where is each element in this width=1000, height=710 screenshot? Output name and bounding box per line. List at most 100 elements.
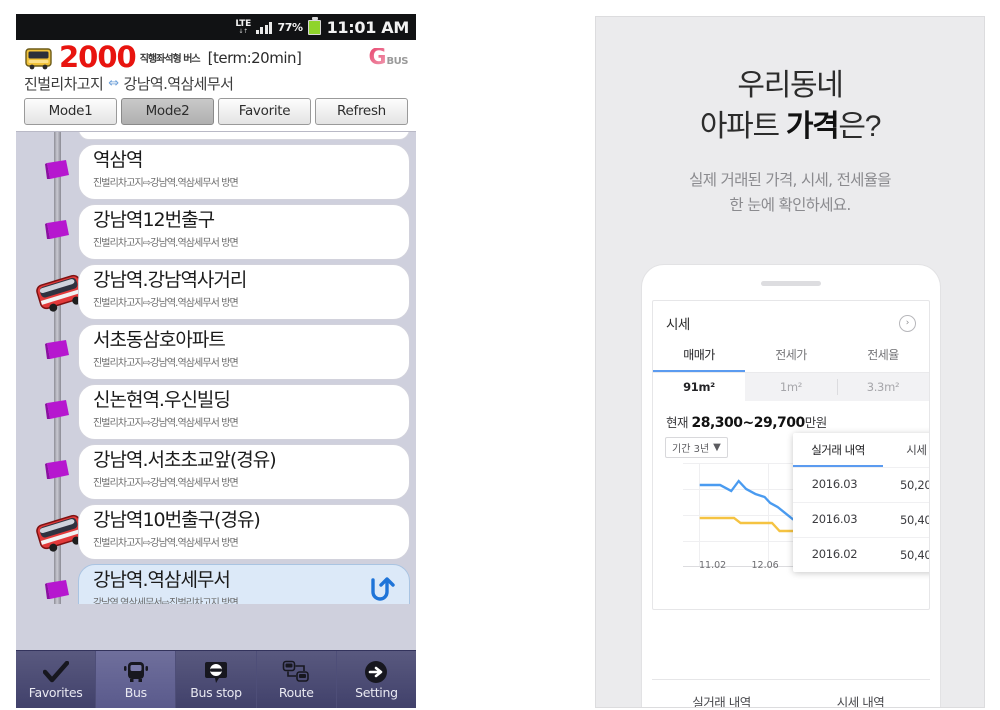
signal-strength-icon bbox=[255, 21, 273, 34]
stop-marker-icon bbox=[45, 220, 69, 239]
table-row[interactable]: 강남역12번출구 진벌리차고지⇨강남역.역삼세무서 방면 bbox=[16, 202, 416, 262]
promo-headline-line2-b: 은? bbox=[838, 110, 881, 144]
stop-marker-icon bbox=[45, 580, 69, 599]
market-price-card: 시세 › 매매가 전세가 전세율 91m² 1m² 3.3m² 현재 28,30… bbox=[652, 300, 930, 610]
popup-tab-row: 실거래 내역 시세 내역 bbox=[793, 433, 929, 467]
promo-headline-line1: 우리동네 bbox=[737, 69, 844, 102]
gbus-bus-text: BUS bbox=[386, 55, 409, 67]
table-row[interactable]: 신논현역.우신빌딩 진벌리차고지⇨강남역.역삼세무서 방면 bbox=[16, 382, 416, 442]
refresh-button[interactable]: Refresh bbox=[315, 98, 408, 125]
popup-tab-actual-deals[interactable]: 실거래 내역 bbox=[793, 433, 883, 467]
price-prefix: 현재 bbox=[666, 415, 692, 430]
stop-marker-icon bbox=[45, 460, 69, 479]
stop-direction: 진벌리차고지⇨강남역.역삼세무서 방면 bbox=[93, 357, 239, 369]
tab-sale-price[interactable]: 매매가 bbox=[653, 341, 745, 372]
unit-tab-3p3m2[interactable]: 3.3m² bbox=[837, 373, 929, 401]
table-row[interactable]: 역삼역 진벌리차고지⇨강남역.역삼세무서 방면 bbox=[16, 142, 416, 202]
period-label: 기간 3년 bbox=[672, 444, 710, 455]
route-header: 2000 직행좌석형 버스 [term:20min] G BUS 진벌리차고지 … bbox=[16, 40, 416, 132]
phone-speaker-bar bbox=[761, 281, 821, 286]
route-number: 2000 bbox=[59, 40, 137, 74]
swap-direction-icon[interactable]: ⇔ bbox=[108, 76, 119, 91]
tab-favorites[interactable]: Favorites bbox=[16, 651, 97, 708]
battery-icon bbox=[307, 17, 321, 35]
popup-tab-market-price[interactable]: 시세 내역 bbox=[883, 433, 929, 467]
mockup-bottom-tabs: 실거래 내역 시세 내역 bbox=[652, 679, 930, 707]
deal-price: 50,400만원 bbox=[900, 513, 929, 527]
unit-tab-1m2[interactable]: 1m² bbox=[745, 373, 837, 401]
promo-subtitle: 실제 거래된 가격, 시세, 전세율을 한 눈에 확인하세요. bbox=[596, 168, 984, 218]
table-row[interactable]: 강남역.역삼세무서 강남역.역삼세무서⇨진벌리차고지 방면 bbox=[16, 562, 416, 604]
stop-card[interactable]: 신논현역.우신빌딩 진벌리차고지⇨강남역.역삼세무서 방면 bbox=[78, 384, 410, 440]
table-row[interactable]: 강남역.강남역사거리 진벌리차고지⇨강남역.역삼세무서 방면 bbox=[16, 262, 416, 322]
stop-card[interactable]: 역삼역 진벌리차고지⇨강남역.역삼세무서 방면 bbox=[78, 144, 410, 200]
period-select[interactable]: 기간 3년 ▼ bbox=[665, 437, 728, 458]
stop-card[interactable]: 강남역.강남역사거리 진벌리차고지⇨강남역.역삼세무서 방면 bbox=[78, 264, 410, 320]
x-tick: 11.02 bbox=[699, 560, 727, 571]
tab-bus-stop[interactable]: Bus stop bbox=[176, 651, 257, 708]
bus-badge-icon bbox=[25, 47, 52, 69]
deal-date: 2016.03 bbox=[811, 512, 858, 526]
transaction-popup: 실거래 내역 시세 내역 2016.03 50,200만원 2016.03 50… bbox=[793, 433, 929, 572]
stop-direction: 진벌리차고지⇨강남역.역삼세무서 방면 bbox=[93, 237, 239, 249]
table-row: 2016.03 50,400만원 bbox=[793, 502, 929, 537]
route-origin: 진벌리차고지 bbox=[24, 75, 104, 93]
stop-direction: 진벌리차고지⇨강남역.역삼세무서 방면 bbox=[93, 537, 239, 549]
deal-date: 2016.03 bbox=[811, 477, 858, 491]
stop-card[interactable]: 강남역10번출구(경유) 진벌리차고지⇨강남역.역삼세무서 방면 bbox=[78, 504, 410, 560]
previous-stop-partial-card[interactable] bbox=[78, 132, 410, 140]
mode1-button[interactable]: Mode1 bbox=[24, 98, 117, 125]
stop-card[interactable]: 서초동삼호아파트 진벌리차고지⇨강남역.역삼세무서 방면 bbox=[78, 324, 410, 380]
tab-setting[interactable]: Setting bbox=[337, 651, 416, 708]
check-icon bbox=[42, 660, 69, 684]
chevron-right-icon[interactable]: › bbox=[899, 314, 916, 332]
promo-subtitle-line2: 한 눈에 확인하세요. bbox=[729, 195, 851, 214]
bottom-tab-market-price[interactable]: 시세 내역 bbox=[791, 680, 930, 707]
route-term-label: [term:20min] bbox=[207, 48, 302, 67]
mode-button-row: Mode1 Mode2 Favorite Refresh bbox=[24, 98, 408, 125]
table-row[interactable]: 강남역10번출구(경유) 진벌리차고지⇨강남역.역삼세무서 방면 bbox=[16, 502, 416, 562]
stop-card[interactable]: 강남역.서초초교앞(경유) 진벌리차고지⇨강남역.역삼세무서 방면 bbox=[78, 444, 410, 500]
route-kind-label: 직행좌석형 버스 bbox=[139, 54, 201, 65]
promo-subtitle-line1: 실제 거래된 가격, 시세, 전세율을 bbox=[689, 170, 891, 189]
tab-jeonse-price[interactable]: 전세가 bbox=[745, 341, 837, 372]
tab-route[interactable]: Route bbox=[257, 651, 337, 708]
tab-label: Bus stop bbox=[190, 684, 242, 700]
tab-label: Setting bbox=[355, 684, 398, 700]
promo-headline-line2-a: 아파트 bbox=[699, 110, 786, 144]
mode2-button[interactable]: Mode2 bbox=[121, 98, 214, 125]
stop-name: 강남역10번출구(경유) bbox=[93, 509, 261, 531]
bus-stop-list[interactable]: 역삼역 진벌리차고지⇨강남역.역삼세무서 방면 강남역12번출구 진벌리차고지⇨… bbox=[16, 132, 416, 604]
stop-name: 강남역.강남역사거리 bbox=[93, 269, 247, 291]
tab-jeonse-ratio[interactable]: 전세율 bbox=[837, 341, 929, 372]
card-title: 시세 bbox=[666, 317, 690, 333]
bottom-tab-actual-deals[interactable]: 실거래 내역 bbox=[652, 680, 791, 707]
bus-stop-icon bbox=[203, 660, 229, 684]
current-price-line: 현재 28,300~29,700만원 bbox=[653, 401, 929, 435]
stop-direction: 진벌리차고지⇨강남역.역삼세무서 방면 bbox=[93, 177, 239, 189]
stop-name: 역삼역 bbox=[93, 149, 143, 171]
price-value: 28,300~29,700 bbox=[691, 415, 805, 431]
phone-mockup: 시세 › 매매가 전세가 전세율 91m² 1m² 3.3m² 현재 28,30… bbox=[642, 265, 940, 707]
table-row[interactable]: 강남역.서초초교앞(경유) 진벌리차고지⇨강남역.역삼세무서 방면 bbox=[16, 442, 416, 502]
stop-name: 강남역12번출구 bbox=[93, 209, 215, 231]
route-destination: 강남역.역삼세무서 bbox=[123, 75, 234, 93]
table-row[interactable]: 서초동삼호아파트 진벌리차고지⇨강남역.역삼세무서 방면 bbox=[16, 322, 416, 382]
route-endpoints: 진벌리차고지 ⇔ 강남역.역삼세무서 bbox=[24, 73, 408, 94]
battery-percent-label: 77% bbox=[277, 20, 303, 34]
bus-app-panel: LTE ↓↑ 77% 11:01 AM 2000 직행좌석형 버스 [term:… bbox=[16, 14, 416, 708]
stop-name: 강남역.역삼세무서 bbox=[93, 569, 231, 591]
tab-bus[interactable]: Bus bbox=[96, 651, 177, 708]
price-chart: 기간 3년 ▼ 11.02 12.06 실거래 내역 시세 2016.03 50… bbox=[661, 433, 929, 592]
stop-card-selected[interactable]: 강남역.역삼세무서 강남역.역삼세무서⇨진벌리차고지 방면 bbox=[78, 564, 410, 604]
stop-card[interactable]: 강남역12번출구 진벌리차고지⇨강남역.역삼세무서 방면 bbox=[78, 204, 410, 260]
tab-label: Route bbox=[278, 684, 314, 700]
stop-marker-icon bbox=[45, 160, 69, 179]
turnaround-icon[interactable] bbox=[365, 575, 395, 604]
bottom-tab-bar: Favorites Bus Bus stop Route Setting bbox=[16, 650, 416, 708]
bus-icon bbox=[123, 660, 149, 684]
unit-tab-91[interactable]: 91m² bbox=[653, 373, 745, 401]
favorite-button[interactable]: Favorite bbox=[218, 98, 311, 125]
gbus-g-mark: G bbox=[368, 44, 387, 70]
android-status-bar: LTE ↓↑ 77% 11:01 AM bbox=[16, 14, 416, 40]
